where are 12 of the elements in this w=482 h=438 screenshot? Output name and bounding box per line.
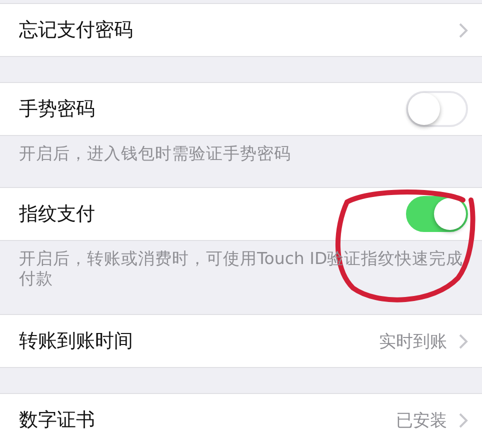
row-label: 转账到账时间 xyxy=(19,329,134,354)
chevron-icon[interactable] xyxy=(459,334,468,348)
row-label: 手势密码 xyxy=(19,97,96,122)
row-value: 实时到账 xyxy=(379,330,447,352)
toggle-switch[interactable] xyxy=(406,196,468,232)
row-label: 指纹支付 xyxy=(19,202,96,227)
section-footer: 开启后，进入钱包时需验证手势密码 xyxy=(0,136,482,164)
row-label: 数字证书 xyxy=(19,408,96,433)
row-value: 已安装 xyxy=(396,410,447,432)
chevron-icon[interactable] xyxy=(459,412,468,428)
chevron-icon[interactable] xyxy=(459,22,468,38)
row-label: 忘记支付密码 xyxy=(19,18,134,43)
